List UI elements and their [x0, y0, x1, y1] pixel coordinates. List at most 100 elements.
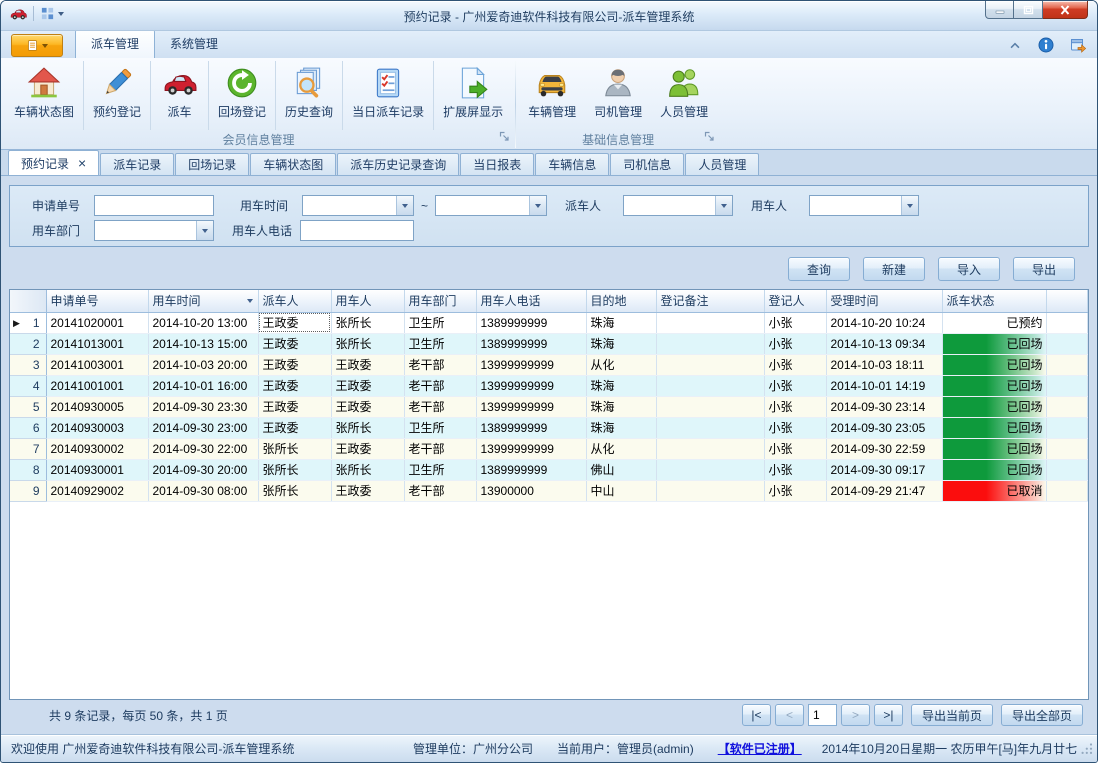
row-number-cell[interactable]: ▶1	[10, 312, 46, 333]
export-all-pages-button[interactable]: 导出全部页	[1001, 704, 1083, 726]
time-from-value[interactable]	[303, 196, 396, 215]
combo-dropdown-button[interactable]	[715, 196, 732, 215]
cell-status[interactable]: 已回场	[942, 438, 1046, 459]
cell-registrar[interactable]: 小张	[764, 396, 826, 417]
cell-remark[interactable]	[656, 417, 764, 438]
dept-combo[interactable]	[94, 220, 214, 241]
combo-dropdown-button[interactable]	[901, 196, 918, 215]
combo-dropdown-button[interactable]	[196, 221, 213, 240]
ribbon-tab-system-management[interactable]: 系统管理	[155, 30, 233, 58]
doc-tab-3[interactable]: 回场记录	[175, 153, 249, 175]
cell-status[interactable]: 已回场	[942, 333, 1046, 354]
time-to-combo[interactable]	[435, 195, 547, 216]
cell-time[interactable]: 2014-10-01 16:00	[148, 375, 258, 396]
cell-dept[interactable]: 卫生所	[404, 459, 476, 480]
cell-order[interactable]: 20141013001	[46, 333, 148, 354]
combo-dropdown-button[interactable]	[396, 196, 413, 215]
license-registered-link[interactable]: 【软件已注册】	[718, 740, 802, 757]
column-filter-arrow-icon[interactable]	[247, 299, 253, 303]
cell-status[interactable]: 已预约	[942, 312, 1046, 333]
cell-accepted[interactable]: 2014-10-03 18:11	[826, 354, 942, 375]
column-header-dest[interactable]: 目的地	[586, 290, 656, 312]
cell-order[interactable]: 20140930003	[46, 417, 148, 438]
cell-order[interactable]: 20140929002	[46, 480, 148, 501]
cell-user[interactable]: 张所长	[331, 312, 404, 333]
cell-remark[interactable]	[656, 312, 764, 333]
cell-dest[interactable]: 从化	[586, 354, 656, 375]
dept-value[interactable]	[95, 221, 196, 240]
ribbon-button-reservation-register[interactable]: 预约登记	[83, 61, 150, 130]
cell-time[interactable]: 2014-10-13 15:00	[148, 333, 258, 354]
cell-accepted[interactable]: 2014-09-29 21:47	[826, 480, 942, 501]
cell-accepted[interactable]: 2014-09-30 23:05	[826, 417, 942, 438]
application-menu-button[interactable]	[11, 34, 63, 57]
cell-time[interactable]: 2014-09-30 20:00	[148, 459, 258, 480]
column-header-order[interactable]: 申请单号	[46, 290, 148, 312]
cell-user[interactable]: 王政委	[331, 354, 404, 375]
cell-dest[interactable]: 珠海	[586, 417, 656, 438]
cell-remark[interactable]	[656, 333, 764, 354]
first-page-button[interactable]: |<	[742, 704, 771, 726]
combo-dropdown-button[interactable]	[529, 196, 546, 215]
close-tab-icon[interactable]: ×	[78, 158, 86, 168]
cell-dispatcher[interactable]: 王政委	[258, 312, 331, 333]
prev-page-button[interactable]: <	[775, 704, 804, 726]
cell-order[interactable]: 20141020001	[46, 312, 148, 333]
doc-tab-7[interactable]: 车辆信息	[535, 153, 609, 175]
column-header-registrar[interactable]: 登记人	[764, 290, 826, 312]
cell-dept[interactable]: 老干部	[404, 375, 476, 396]
cell-phone[interactable]: 13999999999	[476, 354, 586, 375]
cell-registrar[interactable]: 小张	[764, 417, 826, 438]
car-user-combo[interactable]	[809, 195, 919, 216]
collapse-ribbon-chevron-up-icon[interactable]	[1008, 40, 1022, 51]
cell-phone[interactable]: 13999999999	[476, 375, 586, 396]
cell-dispatcher[interactable]: 张所长	[258, 480, 331, 501]
cell-dept[interactable]: 老干部	[404, 480, 476, 501]
last-page-button[interactable]: >|	[874, 704, 903, 726]
row-number-cell[interactable]: 6	[10, 417, 46, 438]
column-header-accepted[interactable]: 受理时间	[826, 290, 942, 312]
export-current-page-button[interactable]: 导出当前页	[911, 704, 993, 726]
cell-registrar[interactable]: 小张	[764, 480, 826, 501]
cell-dept[interactable]: 卫生所	[404, 333, 476, 354]
cell-phone[interactable]: 13900000	[476, 480, 586, 501]
cell-order[interactable]: 20140930005	[46, 396, 148, 417]
cell-dest[interactable]: 从化	[586, 438, 656, 459]
cell-registrar[interactable]: 小张	[764, 438, 826, 459]
cell-status[interactable]: 已回场	[942, 375, 1046, 396]
cell-dept[interactable]: 卫生所	[404, 417, 476, 438]
dispatcher-combo[interactable]	[623, 195, 733, 216]
dialog-launcher-icon[interactable]	[704, 131, 715, 145]
cell-remark[interactable]	[656, 480, 764, 501]
row-number-cell[interactable]: 9	[10, 480, 46, 501]
close-button[interactable]	[1043, 0, 1088, 19]
order-no-input[interactable]	[94, 195, 214, 216]
cell-status[interactable]: 已取消	[942, 480, 1046, 501]
doc-tab-5[interactable]: 派车历史记录查询	[337, 153, 459, 175]
cell-status[interactable]: 已回场	[942, 354, 1046, 375]
cell-time[interactable]: 2014-09-30 23:30	[148, 396, 258, 417]
time-to-value[interactable]	[436, 196, 529, 215]
new-button[interactable]: 新建	[863, 257, 925, 281]
cell-dest[interactable]: 珠海	[586, 312, 656, 333]
doc-tab-9[interactable]: 人员管理	[685, 153, 759, 175]
about-window-icon[interactable]	[1070, 37, 1087, 53]
ribbon-button-dispatch[interactable]: 派车	[150, 61, 208, 130]
cell-accepted[interactable]: 2014-10-13 09:34	[826, 333, 942, 354]
cell-order[interactable]: 20141003001	[46, 354, 148, 375]
cell-dept[interactable]: 老干部	[404, 354, 476, 375]
cell-accepted[interactable]: 2014-09-30 09:17	[826, 459, 942, 480]
column-header-phone[interactable]: 用车人电话	[476, 290, 586, 312]
info-icon[interactable]	[1038, 37, 1054, 53]
doc-tab-1[interactable]: 预约记录×	[8, 150, 99, 175]
cell-dest[interactable]: 珠海	[586, 375, 656, 396]
cell-dest[interactable]: 中山	[586, 480, 656, 501]
user-phone-input[interactable]	[300, 220, 414, 241]
export-button[interactable]: 导出	[1013, 257, 1075, 281]
doc-tab-2[interactable]: 派车记录	[100, 153, 174, 175]
cell-registrar[interactable]: 小张	[764, 375, 826, 396]
cell-dispatcher[interactable]: 王政委	[258, 354, 331, 375]
cell-status[interactable]: 已回场	[942, 417, 1046, 438]
cell-dispatcher[interactable]: 张所长	[258, 438, 331, 459]
cell-dispatcher[interactable]: 王政委	[258, 417, 331, 438]
